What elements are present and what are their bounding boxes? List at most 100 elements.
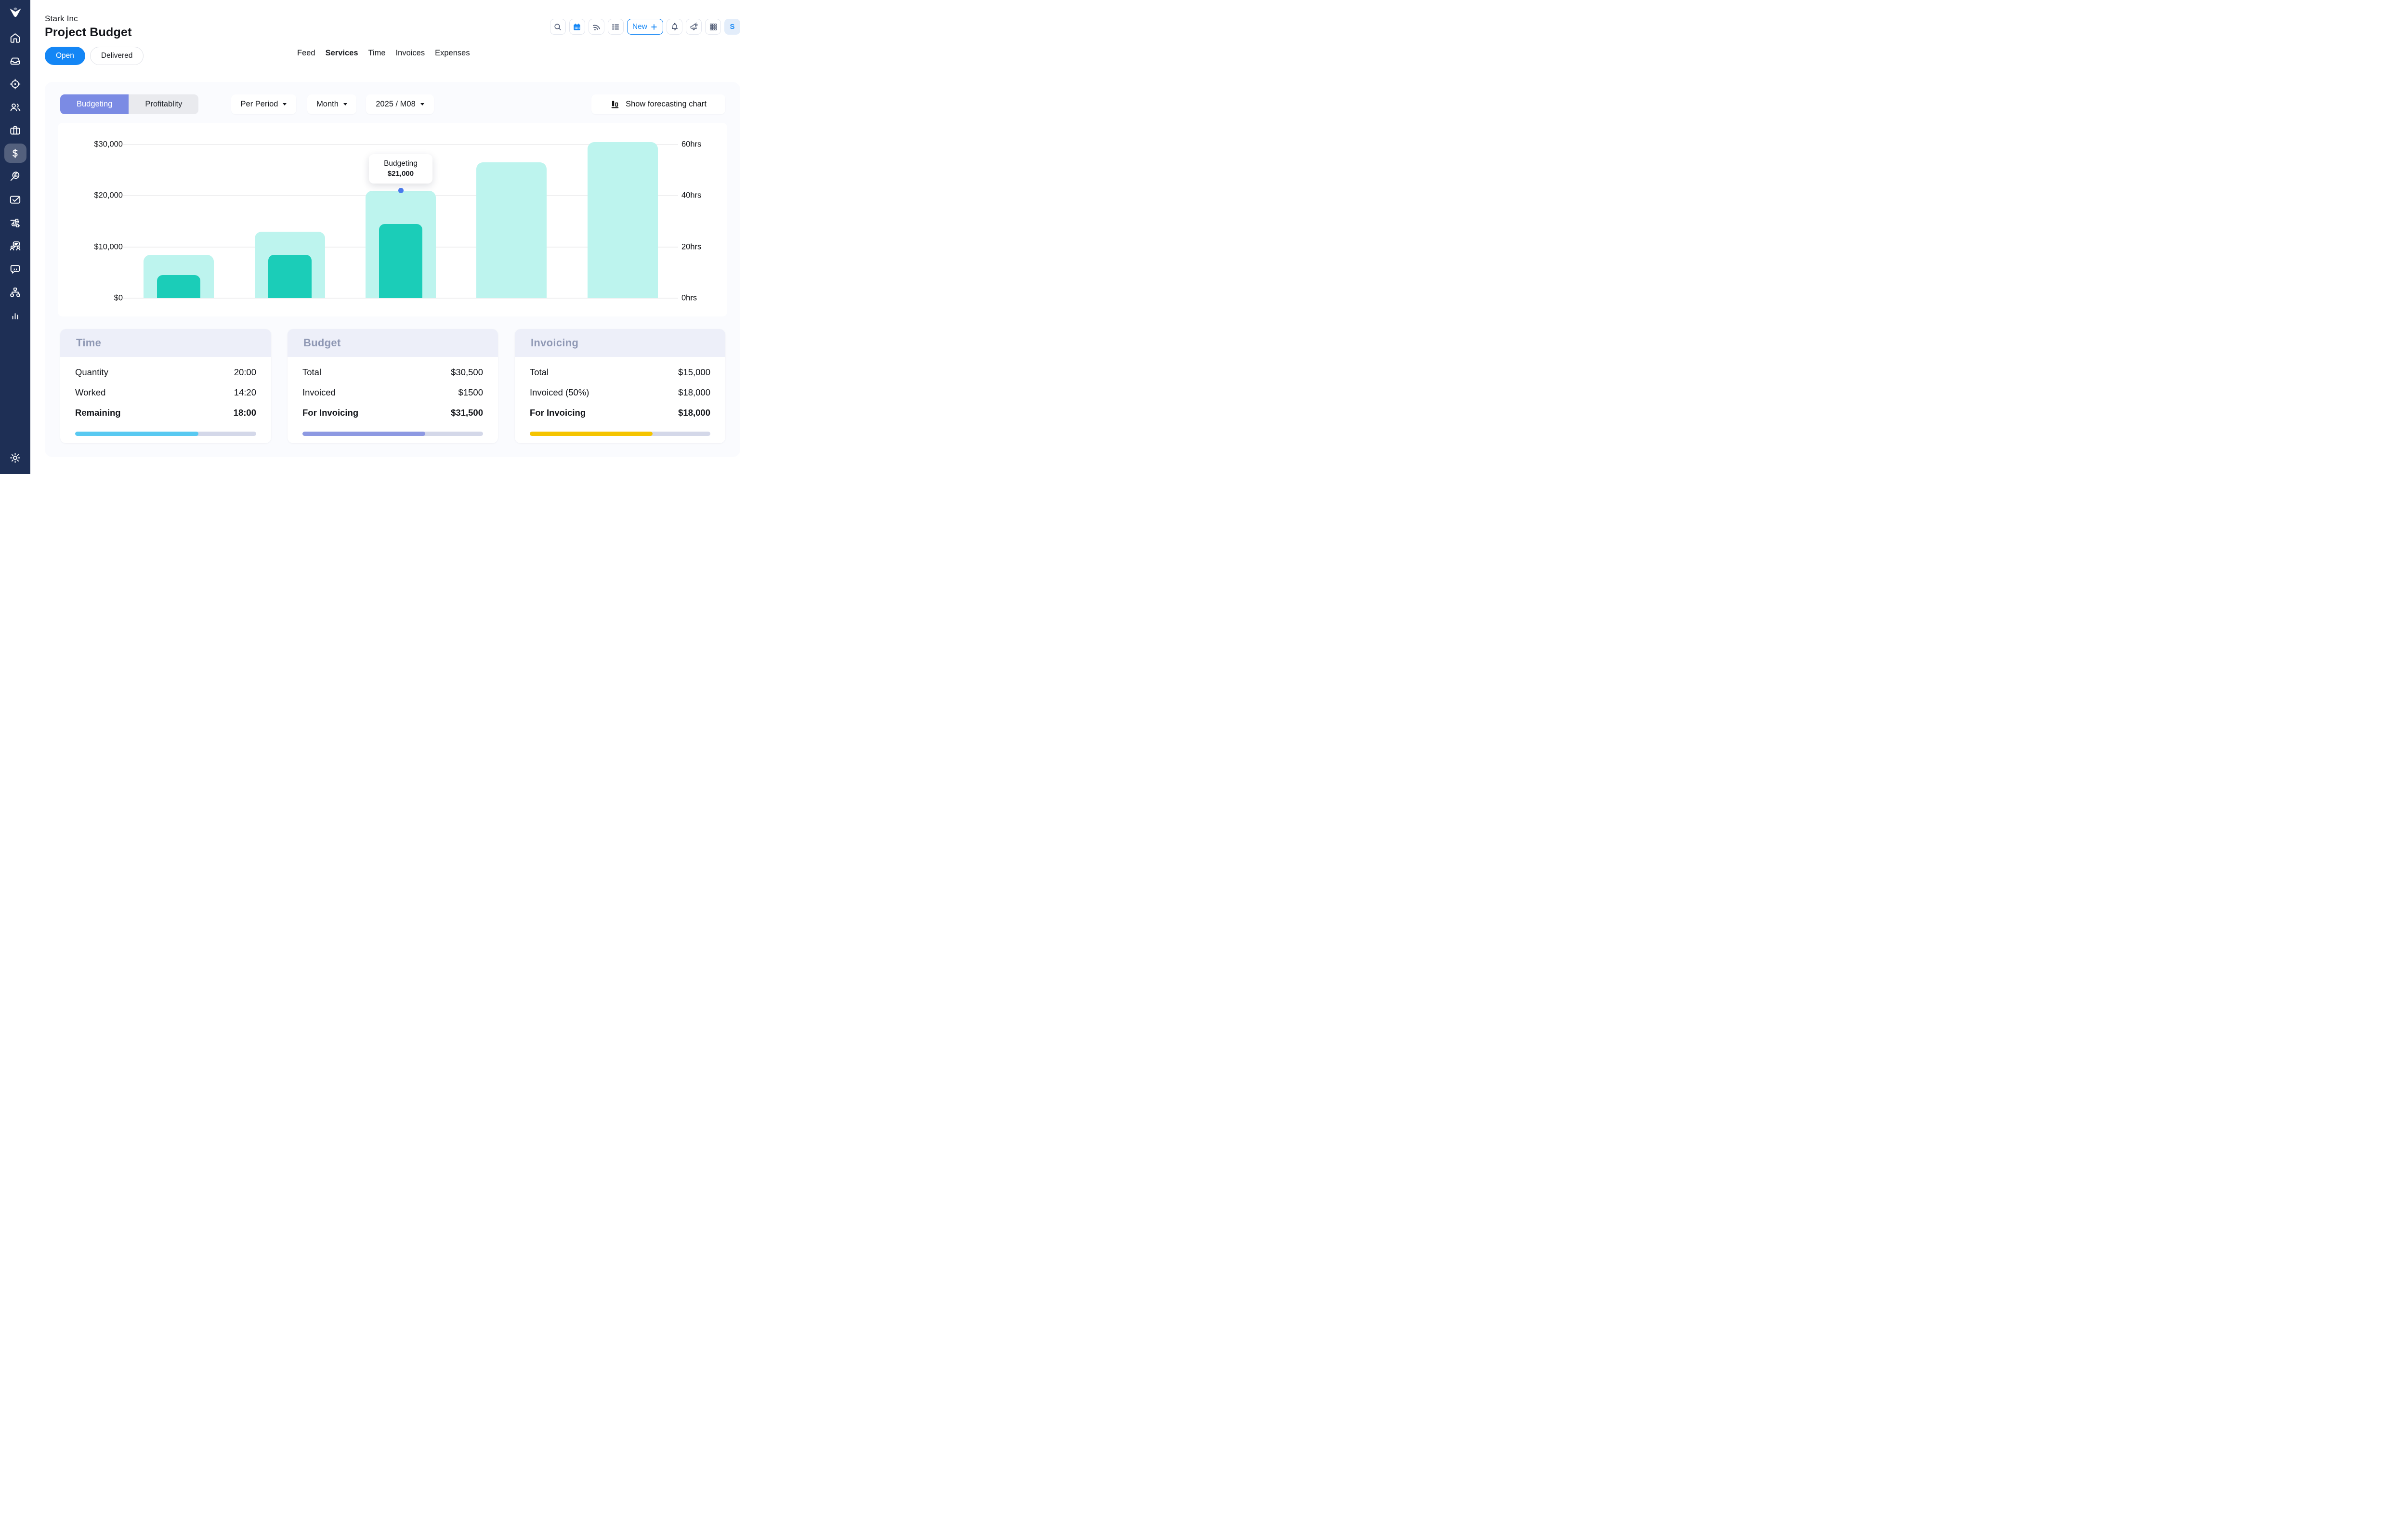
chevron-down-icon (420, 103, 424, 105)
per-period-dropdown[interactable]: Per Period (231, 94, 296, 114)
sidebar-item-pipeline[interactable] (4, 213, 26, 232)
search-chart-icon (9, 170, 22, 183)
tooltip-series: Budgeting (369, 159, 432, 168)
y-axis-right-tick: 60hrs (681, 140, 701, 149)
budgeted-bar[interactable] (476, 162, 547, 298)
status-button-open[interactable]: Open (45, 47, 85, 65)
home-icon (9, 31, 22, 44)
user-avatar[interactable]: S (724, 19, 740, 35)
sidebar-item-finance[interactable] (4, 144, 26, 163)
status-buttons: Open Delivered (45, 47, 144, 65)
list-icon (611, 22, 620, 32)
budgeting-profitability-toggle: BudgetingProfitablity (60, 94, 198, 114)
forecast-chart-icon (610, 99, 620, 109)
app-logo-icon[interactable] (7, 5, 24, 22)
card-row: Worked 14:20 (75, 382, 256, 403)
tab-time[interactable]: Time (368, 49, 386, 58)
gear-icon (9, 451, 22, 464)
granularity-dropdown[interactable]: Month (307, 94, 356, 114)
row-value: $1500 (458, 387, 483, 398)
notifications-button[interactable] (667, 19, 682, 35)
row-value: 14:20 (234, 387, 256, 398)
task-list-button[interactable] (608, 19, 624, 35)
hierarchy-icon (9, 286, 22, 299)
y-axis-right-tick: 0hrs (681, 294, 697, 303)
row-value: $15,000 (678, 367, 710, 378)
sidebar-item-inbox[interactable] (4, 51, 26, 70)
card-row: For Invoicing $31,500 (302, 403, 483, 423)
row-value: $30,500 (451, 367, 483, 378)
new-button[interactable]: New (627, 19, 663, 35)
card-row: Invoiced $1500 (302, 382, 483, 403)
sidebar-item-reports[interactable] (4, 305, 26, 325)
progress-bar (530, 432, 710, 436)
page-title: Project Budget (45, 26, 132, 39)
tab-expenses[interactable]: Expenses (435, 49, 470, 58)
row-value: $18,000 (678, 408, 710, 418)
row-label: Invoiced (50%) (530, 387, 589, 398)
sidebar-item-insights[interactable] (4, 167, 26, 186)
row-value: 18:00 (234, 408, 256, 418)
progress-bar (75, 432, 256, 436)
card-row: Remaining 18:00 (75, 403, 256, 423)
y-axis-left-tick: $0 (64, 294, 123, 303)
card-title: Invoicing (515, 329, 725, 357)
rss-icon (591, 22, 601, 32)
tooltip-marker-dot (398, 188, 404, 193)
megaphone-icon (689, 22, 699, 32)
plus-icon (650, 23, 658, 31)
toggle-budgeting[interactable]: Budgeting (60, 94, 129, 114)
budget-card: Budget Total $30,500 Invoiced $1500 For … (288, 329, 498, 443)
row-label: Total (530, 367, 549, 378)
app-window: ,, Stark Inc Project Budget Open Delivere… (0, 0, 755, 474)
sidebar-item-goals[interactable] (4, 74, 26, 93)
actual-bar[interactable] (268, 255, 312, 298)
apps-grid-button[interactable] (705, 19, 721, 35)
sidebar-nav: ,, (4, 28, 26, 325)
sidebar-item-tasks[interactable] (4, 190, 26, 209)
grid-icon (708, 22, 718, 32)
row-label: Quantity (75, 367, 108, 378)
calendar-button[interactable] (569, 19, 585, 35)
tooltip-value: $21,000 (369, 170, 432, 178)
row-label: Remaining (75, 408, 121, 418)
progress-fill (302, 432, 425, 436)
svg-text:,,: ,, (13, 265, 18, 271)
budgeted-bar[interactable] (588, 142, 658, 298)
card-row: For Invoicing $18,000 (530, 403, 710, 423)
sidebar-item-settings[interactable] (4, 448, 26, 467)
search-icon (553, 22, 563, 32)
bell-icon (670, 22, 680, 32)
sidebar: ,, (0, 0, 30, 474)
topbar-actions: New S (550, 19, 740, 35)
broadcast-button[interactable] (589, 19, 604, 35)
row-value: $18,000 (678, 387, 710, 398)
company-name: Stark Inc (45, 14, 78, 24)
card-row: Quantity 20:00 (75, 362, 256, 382)
progress-bar (302, 432, 483, 436)
sidebar-item-contacts[interactable] (4, 97, 26, 117)
sidebar-item-meetings[interactable] (4, 236, 26, 255)
status-button-delivered[interactable]: Delivered (90, 47, 144, 65)
budget-panel: BudgetingProfitablity Per PeriodMonth202… (45, 82, 740, 457)
sidebar-item-org-chart[interactable] (4, 282, 26, 302)
sidebar-item-feedback[interactable]: ,, (4, 259, 26, 278)
actual-bar[interactable] (157, 275, 200, 298)
chevron-down-icon (343, 103, 347, 105)
row-label: For Invoicing (530, 408, 586, 418)
tab-services[interactable]: Services (326, 49, 358, 58)
toggle-profitablity[interactable]: Profitablity (129, 94, 198, 114)
card-row: Total $30,500 (302, 362, 483, 382)
announcements-button[interactable] (686, 19, 702, 35)
tab-feed[interactable]: Feed (297, 49, 315, 58)
tab-invoices[interactable]: Invoices (396, 49, 425, 58)
inbox-icon (9, 54, 22, 67)
search-button[interactable] (550, 19, 566, 35)
sidebar-item-projects[interactable] (4, 120, 26, 140)
actual-bar[interactable] (379, 224, 422, 298)
show-forecasting-chart-button[interactable]: Show forecasting chart (591, 94, 725, 114)
period-dropdown[interactable]: 2025 / M08 (366, 94, 434, 114)
briefcase-icon (9, 124, 22, 137)
sidebar-item-home[interactable] (4, 28, 26, 47)
card-row: Invoiced (50%) $18,000 (530, 382, 710, 403)
